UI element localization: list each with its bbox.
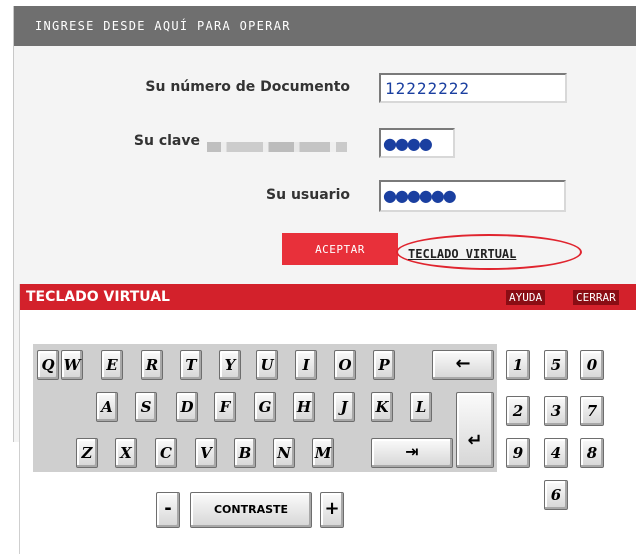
- key-c[interactable]: C: [155, 438, 177, 468]
- key-a[interactable]: A: [96, 392, 118, 422]
- key-i[interactable]: I: [295, 350, 317, 380]
- key-2[interactable]: 2: [506, 396, 530, 426]
- key-w[interactable]: W: [61, 350, 83, 380]
- key-j[interactable]: J: [333, 392, 355, 422]
- user-label: Su usuario: [266, 187, 350, 203]
- key-4[interactable]: 4: [544, 438, 568, 468]
- key-t[interactable]: T: [180, 350, 202, 380]
- key-6[interactable]: 6: [544, 480, 568, 510]
- virtual-keyboard-header: TECLADO VIRTUAL AYUDA CERRAR: [20, 284, 636, 310]
- backspace-icon: ←: [455, 353, 471, 374]
- key-h[interactable]: H: [293, 392, 315, 422]
- plus-key[interactable]: +: [320, 492, 344, 528]
- key-y[interactable]: Y: [219, 350, 241, 380]
- password-label: Su clave: [133, 133, 200, 149]
- help-button[interactable]: AYUDA: [506, 290, 546, 305]
- virtual-keyboard-link[interactable]: TECLADO VIRTUAL: [396, 234, 582, 270]
- enter-key[interactable]: ↵: [456, 392, 494, 468]
- key-p[interactable]: P: [373, 350, 395, 380]
- virtual-keyboard-link-label: TECLADO VIRTUAL: [408, 247, 517, 261]
- virtual-keyboard-panel: TECLADO VIRTUAL AYUDA CERRAR Q W E R T Y…: [19, 284, 636, 554]
- key-e[interactable]: E: [101, 350, 123, 380]
- key-d[interactable]: D: [176, 392, 198, 422]
- contrast-button[interactable]: CONTRASTE: [190, 492, 312, 528]
- virtual-keyboard-title: TECLADO VIRTUAL: [26, 289, 170, 305]
- key-s[interactable]: S: [135, 392, 157, 422]
- minus-key[interactable]: -: [156, 492, 180, 528]
- key-g[interactable]: G: [254, 392, 276, 422]
- enter-icon: ↵: [467, 430, 483, 451]
- key-x[interactable]: X: [115, 438, 137, 468]
- key-v[interactable]: V: [195, 438, 217, 468]
- obscured-text: [207, 142, 347, 152]
- backspace-key[interactable]: ←: [432, 350, 494, 380]
- key-z[interactable]: Z: [76, 438, 98, 468]
- login-header: INGRESE DESDE AQUÍ PARA OPERAR: [14, 6, 636, 46]
- accept-button[interactable]: ACEPTAR: [282, 233, 398, 265]
- user-field[interactable]: ●●●●●●: [379, 180, 566, 212]
- key-n[interactable]: N: [273, 438, 295, 468]
- key-r[interactable]: R: [141, 350, 163, 380]
- key-9[interactable]: 9: [506, 438, 530, 468]
- close-button[interactable]: CERRAR: [573, 290, 619, 305]
- key-o[interactable]: O: [334, 350, 356, 380]
- key-l[interactable]: L: [410, 392, 432, 422]
- key-m[interactable]: M: [312, 438, 334, 468]
- key-k[interactable]: K: [371, 392, 393, 422]
- doc-label: Su número de Documento: [145, 79, 350, 95]
- key-1[interactable]: 1: [506, 350, 530, 380]
- key-5[interactable]: 5: [544, 350, 568, 380]
- login-header-title: INGRESE DESDE AQUÍ PARA OPERAR: [35, 19, 291, 33]
- password-field[interactable]: ●●●●: [379, 128, 455, 158]
- key-b[interactable]: B: [234, 438, 256, 468]
- key-3[interactable]: 3: [544, 396, 568, 426]
- key-0[interactable]: 0: [580, 350, 604, 380]
- document-field[interactable]: 12222222: [379, 73, 567, 103]
- tab-icon: ⇥: [405, 442, 419, 461]
- key-8[interactable]: 8: [580, 438, 604, 468]
- tab-key[interactable]: ⇥: [371, 438, 453, 468]
- key-f[interactable]: F: [214, 392, 236, 422]
- key-q[interactable]: Q: [37, 350, 59, 380]
- key-u[interactable]: U: [256, 350, 278, 380]
- key-7[interactable]: 7: [580, 396, 604, 426]
